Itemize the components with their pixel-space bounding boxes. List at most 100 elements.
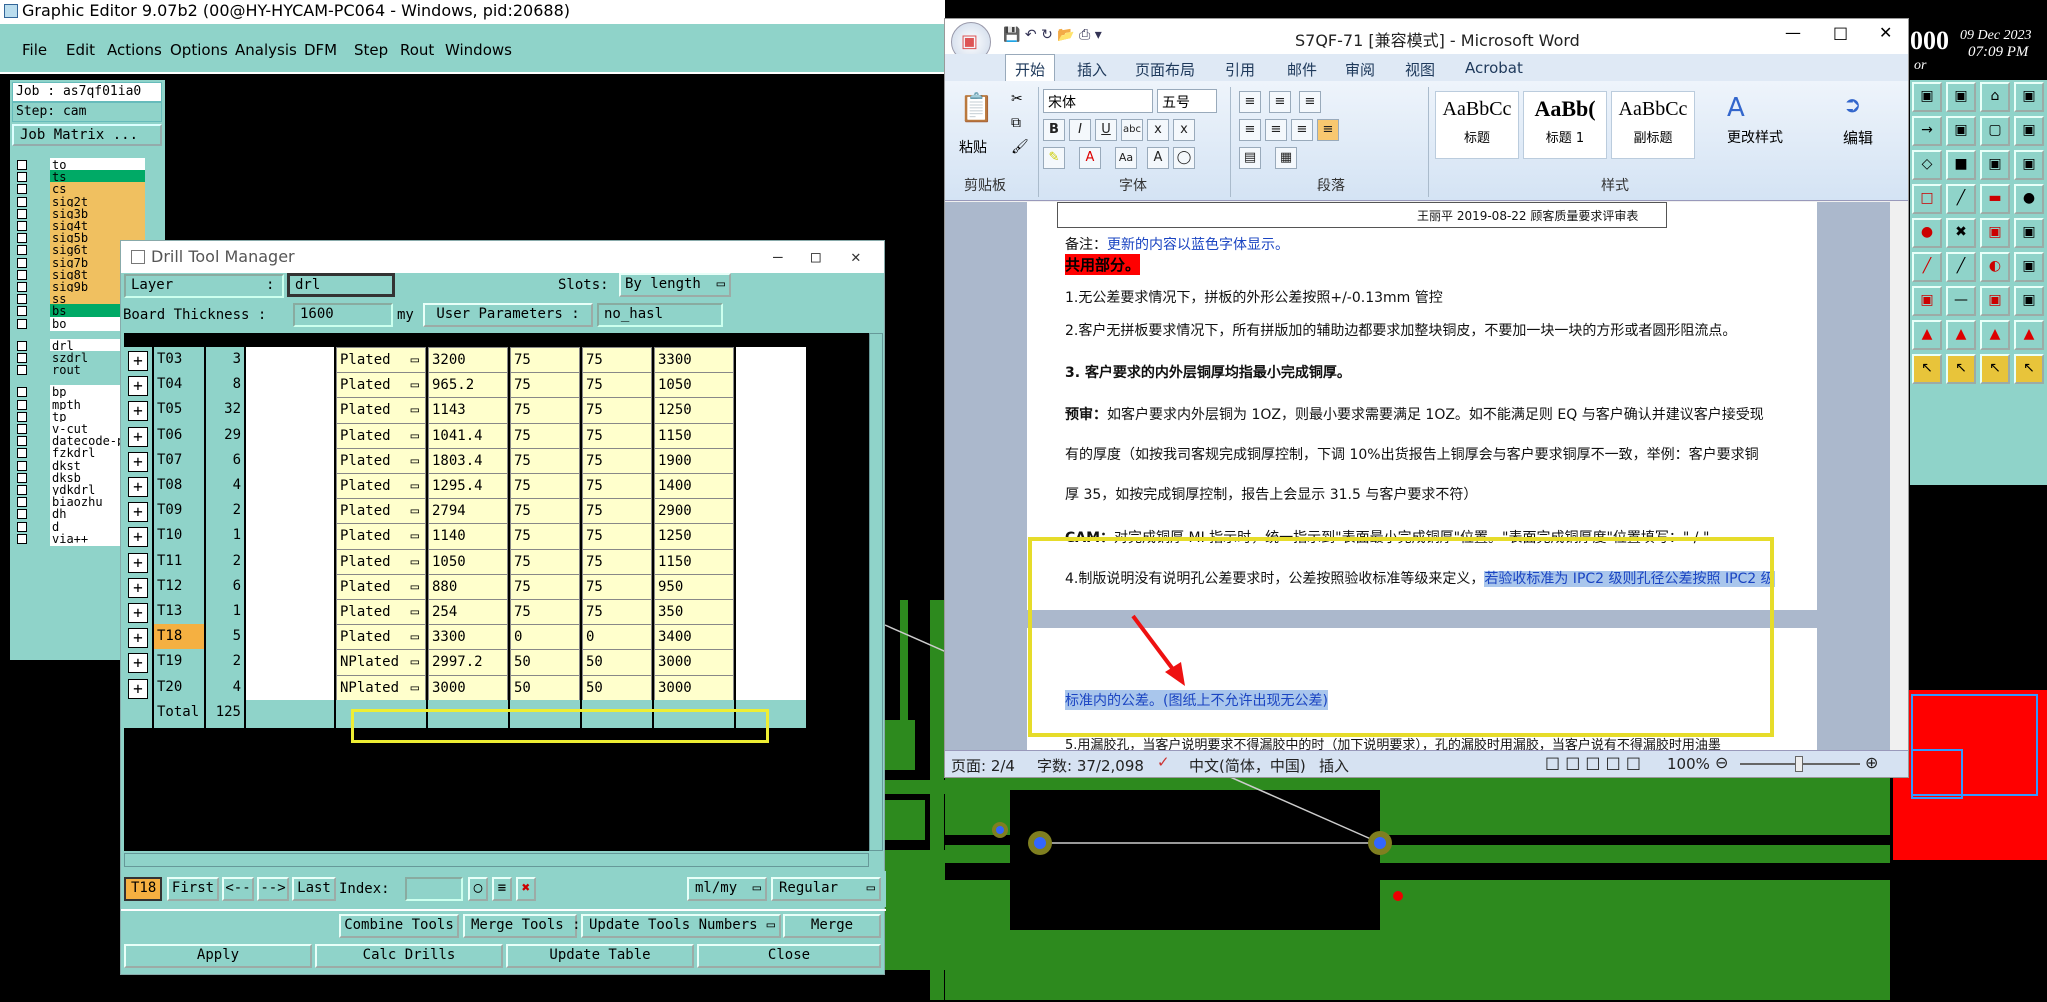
font-name-select[interactable]: 宋体 xyxy=(1043,89,1153,113)
layer-checkbox[interactable] xyxy=(17,387,27,398)
tool-icon-17[interactable]: ● xyxy=(1912,218,1942,248)
tab-acrobat[interactable]: Acrobat xyxy=(1465,59,1523,77)
expand-icon[interactable]: + xyxy=(128,628,148,649)
slots-dropdown[interactable]: By length ▭ xyxy=(619,273,731,297)
borders-button[interactable]: ▦ xyxy=(1275,147,1297,169)
update-tools-numbers-dropdown[interactable]: Update Tools Numbers ▭ xyxy=(581,914,781,938)
layer-checkbox[interactable] xyxy=(17,196,27,207)
status-words[interactable]: 字数: 37/2,098 xyxy=(1037,755,1144,776)
layer-checkbox[interactable] xyxy=(17,497,27,508)
job-matrix-button[interactable]: Job Matrix ... xyxy=(12,124,162,146)
expand-icon[interactable]: + xyxy=(128,426,148,447)
combine-tools-button[interactable]: Combine Tools xyxy=(339,914,459,938)
tool-icon-20[interactable]: ▣ xyxy=(2014,218,2044,248)
tab-view[interactable]: 视图 xyxy=(1405,59,1435,80)
tool-icon-27[interactable]: ▣ xyxy=(1980,286,2010,316)
layer-checkbox[interactable] xyxy=(17,448,27,459)
tool-icon-9[interactable]: ◇ xyxy=(1912,150,1942,180)
expand-icon[interactable]: + xyxy=(128,401,148,422)
layer-checkbox[interactable] xyxy=(17,340,27,351)
tool-icon-36[interactable]: ↖ xyxy=(2014,354,2044,384)
expand-icon[interactable]: + xyxy=(128,577,148,598)
tool-icon-32[interactable]: ▲ xyxy=(2014,320,2044,350)
close-button[interactable]: Close xyxy=(697,944,881,968)
table-hscroll[interactable] xyxy=(124,853,869,867)
first-button[interactable]: First xyxy=(167,877,219,901)
units-dropdown[interactable]: ml/my ▭ xyxy=(687,877,767,901)
status-language[interactable]: 中文(简体，中国) xyxy=(1189,755,1306,776)
next-button[interactable]: --> xyxy=(257,877,289,901)
expand-icon[interactable]: + xyxy=(128,451,148,472)
menu-options[interactable]: Options xyxy=(170,41,228,59)
expand-icon[interactable]: + xyxy=(128,678,148,699)
board-thickness-input[interactable]: 1600 xyxy=(293,303,393,327)
layer-checkbox[interactable] xyxy=(17,233,27,244)
layer-checkbox[interactable] xyxy=(17,257,27,268)
view-buttons[interactable]: □ □ □ □ □ xyxy=(1545,753,1641,772)
tool-icon-25[interactable]: ▣ xyxy=(1912,286,1942,316)
layer-checkbox[interactable] xyxy=(17,221,27,231)
expand-icon[interactable]: + xyxy=(128,552,148,573)
menu-edit[interactable]: Edit xyxy=(66,41,95,59)
tab-mailings[interactable]: 邮件 xyxy=(1287,59,1317,80)
clear-icon[interactable]: ✖ xyxy=(516,877,536,901)
superscript-button[interactable]: x xyxy=(1173,119,1195,141)
paste-label[interactable]: 粘贴 xyxy=(959,137,987,157)
cut-icon[interactable]: ✂ xyxy=(1011,91,1023,107)
mode-dropdown[interactable]: Regular ▭ xyxy=(771,877,881,901)
tool-icon-11[interactable]: ▣ xyxy=(1980,150,2010,180)
find-icon[interactable]: ➲ xyxy=(1843,93,1861,118)
tab-insert[interactable]: 插入 xyxy=(1077,59,1107,80)
bullets-button[interactable]: ≡ xyxy=(1239,91,1261,113)
paste-icon[interactable]: 📋 xyxy=(959,91,994,124)
format-painter-icon[interactable]: 🖌 xyxy=(1011,139,1029,155)
zoom-thumb[interactable] xyxy=(1795,756,1803,772)
layer-checkbox[interactable] xyxy=(17,294,27,305)
tool-icon-3[interactable]: ⌂ xyxy=(1980,82,2010,112)
calc-drills-button[interactable]: Calc Drills xyxy=(315,944,503,968)
prev-button[interactable]: <-- xyxy=(222,877,254,901)
update-table-button[interactable]: Update Table xyxy=(506,944,694,968)
expand-icon[interactable]: + xyxy=(128,351,148,371)
layer-checkbox[interactable] xyxy=(17,184,27,195)
char-shading-button[interactable]: A xyxy=(1147,147,1169,169)
tool-icon-21[interactable]: ╱ xyxy=(1912,252,1942,282)
expand-icon[interactable]: + xyxy=(128,603,148,623)
italic-button[interactable]: I xyxy=(1069,119,1091,141)
style-subtitle[interactable]: AaBbCc 副标题 xyxy=(1611,91,1695,159)
change-case-button[interactable]: Aa xyxy=(1115,147,1137,169)
close-icon[interactable]: ✕ xyxy=(851,247,861,266)
merge-button[interactable]: Merge xyxy=(783,914,881,938)
align-right-button[interactable]: ≡ xyxy=(1291,119,1313,141)
list-icon[interactable]: ≡ xyxy=(492,877,512,901)
menu-windows[interactable]: Windows xyxy=(445,41,512,59)
layer-checkbox[interactable] xyxy=(17,245,27,256)
justify-button[interactable]: ≡ xyxy=(1317,119,1339,141)
tool-icon-6[interactable]: ▣ xyxy=(1946,116,1976,146)
tool-icon-28[interactable]: ▣ xyxy=(2014,286,2044,316)
layer-field[interactable]: drl xyxy=(287,273,395,297)
tab-home[interactable]: 开始 xyxy=(1015,59,1045,80)
tool-icon-14[interactable]: ╱ xyxy=(1946,184,1976,214)
tool-icon-10[interactable]: ■ xyxy=(1946,150,1976,180)
tool-icon-30[interactable]: ▲ xyxy=(1946,320,1976,350)
align-center-button[interactable]: ≡ xyxy=(1265,119,1287,141)
tool-icon-35[interactable]: ↖ xyxy=(1980,354,2010,384)
layer-checkbox[interactable] xyxy=(17,318,27,329)
tool-icon-2[interactable]: ▣ xyxy=(1946,82,1976,112)
tab-references[interactable]: 引用 xyxy=(1225,59,1255,80)
tool-icon-29[interactable]: ▲ xyxy=(1912,320,1942,350)
tool-icon-18[interactable]: ✖ xyxy=(1946,218,1976,248)
user-parameters-field[interactable]: no_hasl xyxy=(597,303,723,327)
layer-checkbox[interactable] xyxy=(17,306,27,317)
expand-icon[interactable]: + xyxy=(128,527,148,548)
layer-checkbox[interactable] xyxy=(17,509,27,520)
zoom-in-icon[interactable]: ⊕ xyxy=(1865,753,1878,772)
menu-file[interactable]: File xyxy=(22,41,47,59)
tool-icon-8[interactable]: ▣ xyxy=(2014,116,2044,146)
tool-icon-4[interactable]: ▣ xyxy=(2014,82,2044,112)
tool-icon-26[interactable]: — xyxy=(1946,286,1976,316)
tab-review[interactable]: 审阅 xyxy=(1345,59,1375,80)
layer-checkbox[interactable] xyxy=(17,208,27,219)
layer-checkbox[interactable] xyxy=(17,399,27,410)
